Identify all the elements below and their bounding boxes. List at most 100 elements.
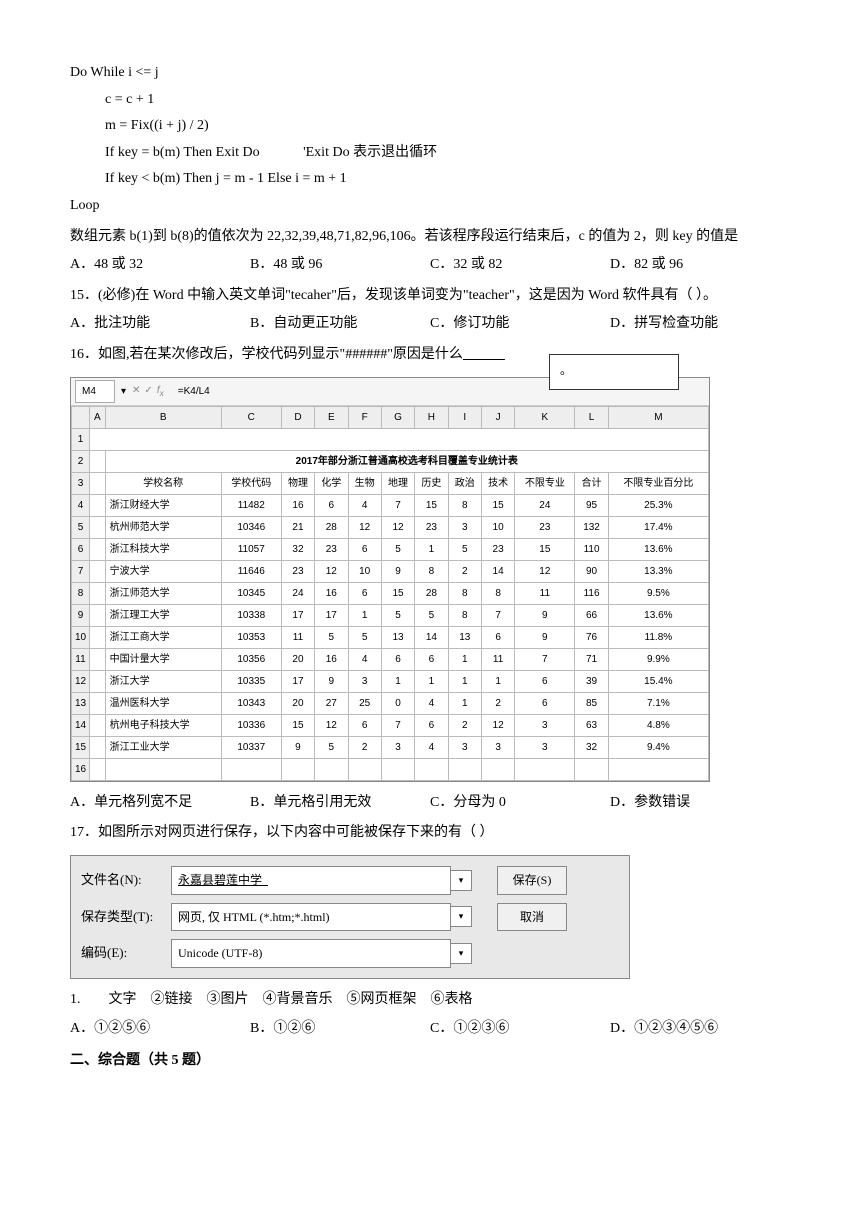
table-cell: 10345 (221, 582, 281, 604)
table-cell (90, 758, 106, 780)
encoding-input[interactable]: Unicode (UTF-8) (171, 939, 451, 968)
code-line: m = Fix((i + j) / 2) (70, 113, 790, 140)
table-cell: 6 (348, 714, 381, 736)
filename-dropdown[interactable] (450, 870, 472, 891)
table-cell: 3 (515, 736, 575, 758)
table-cell: 7 (515, 648, 575, 670)
table-cell: 11 (481, 648, 514, 670)
table-cell: 3 (348, 670, 381, 692)
option-D: D．①②③④⑤⑥ (610, 1016, 790, 1043)
table-cell: 1 (481, 670, 514, 692)
table-header-cell: 不限专业 (515, 472, 575, 494)
row-header: 6 (72, 538, 90, 560)
table-cell: 24 (515, 494, 575, 516)
q16-blank (463, 347, 505, 362)
col-header: I (448, 406, 481, 428)
table-cell: 9 (381, 560, 414, 582)
table-cell: 20 (281, 648, 314, 670)
table-cell: 宁波大学 (105, 560, 221, 582)
table-cell: 1 (448, 648, 481, 670)
table-cell: 9 (315, 670, 348, 692)
col-header: L (575, 406, 608, 428)
table-cell: 6 (481, 626, 514, 648)
table-cell (90, 692, 106, 714)
sheet-title: 2017年部分浙江普通高校选考科目覆盖专业统计表 (105, 450, 708, 472)
table-cell: 5 (381, 604, 414, 626)
table-cell: 24 (281, 582, 314, 604)
table-cell: 12 (348, 516, 381, 538)
table-cell: 23 (515, 516, 575, 538)
option-B: B．①②⑥ (250, 1016, 430, 1043)
table-cell: 25.3% (608, 494, 708, 516)
encoding-dropdown[interactable] (450, 943, 472, 964)
row-header: 5 (72, 516, 90, 538)
table-cell: 3 (381, 736, 414, 758)
row-header: 2 (72, 450, 90, 472)
table-cell: 浙江工业大学 (105, 736, 221, 758)
code-text: If key = b(m) Then Exit Do (105, 145, 260, 160)
table-cell: 23 (415, 516, 448, 538)
table-cell: 132 (575, 516, 608, 538)
option-C: C．32 或 82 (430, 252, 610, 279)
table-cell (90, 736, 106, 758)
table-header-cell: 历史 (415, 472, 448, 494)
cancel-icon: ✕ (132, 381, 140, 402)
row-header: 9 (72, 604, 90, 626)
col-header: C (221, 406, 281, 428)
code-line: If key = b(m) Then Exit Do 'Exit Do 表示退出… (70, 140, 790, 167)
row-header: 7 (72, 560, 90, 582)
col-header: F (348, 406, 381, 428)
table-cell: 0 (381, 692, 414, 714)
code-line: Do While i <= j (70, 60, 790, 87)
table-cell (90, 626, 106, 648)
spreadsheet-grid: A B C D E F G H I J K L M 122017年部分浙江普通高… (71, 406, 709, 781)
q16-stem: 16．如图,若在某次修改后，学校代码列显示"######"原因是什么 (70, 342, 790, 369)
option-D: D．拼写检查功能 (610, 311, 790, 338)
table-cell: 16 (281, 494, 314, 516)
filename-input[interactable]: 永嘉县碧莲中学_ (171, 866, 451, 895)
row-header: 4 (72, 494, 90, 516)
col-header: D (281, 406, 314, 428)
q14-stem: 数组元素 b(1)到 b(8)的值依次为 22,32,39,48,71,82,9… (70, 224, 790, 251)
callout-box: 。 (549, 354, 679, 390)
table-cell: 15 (481, 494, 514, 516)
savetype-input[interactable]: 网页, 仅 HTML (*.htm;*.html) (171, 903, 451, 932)
table-cell (105, 758, 221, 780)
table-cell: 23 (315, 538, 348, 560)
table-cell: 3 (448, 736, 481, 758)
table-cell: 95 (575, 494, 608, 516)
row-header: 3 (72, 472, 90, 494)
table-cell: 9 (281, 736, 314, 758)
table-cell: 66 (575, 604, 608, 626)
table-cell: 10356 (221, 648, 281, 670)
table-cell: 8 (448, 494, 481, 516)
col-header: M (608, 406, 708, 428)
table-cell: 71 (575, 648, 608, 670)
table-cell: 5 (415, 604, 448, 626)
table-header-cell: 不限专业百分比 (608, 472, 708, 494)
table-cell: 15 (381, 582, 414, 604)
table-cell: 9.5% (608, 582, 708, 604)
table-cell: 32 (575, 736, 608, 758)
table-cell: 10338 (221, 604, 281, 626)
table-cell: 12 (381, 516, 414, 538)
table-cell: 6 (381, 648, 414, 670)
table-cell: 浙江工商大学 (105, 626, 221, 648)
cancel-button[interactable]: 取消 (497, 903, 567, 932)
table-cell: 32 (281, 538, 314, 560)
q17-stem: 17．如图所示对网页进行保存，以下内容中可能被保存下来的有（ ） (70, 820, 790, 847)
table-cell: 10353 (221, 626, 281, 648)
table-cell: 10 (481, 516, 514, 538)
option-D: D．参数错误 (610, 790, 790, 817)
savetype-dropdown[interactable] (450, 906, 472, 927)
row-header: 13 (72, 692, 90, 714)
table-cell: 5 (348, 626, 381, 648)
q17-options: A．①②⑤⑥ B．①②⑥ C．①②③⑥ D．①②③④⑤⑥ (70, 1016, 790, 1043)
table-cell (515, 758, 575, 780)
option-B: B．自动更正功能 (250, 311, 430, 338)
save-button[interactable]: 保存(S) (497, 866, 567, 895)
table-header-cell: 合计 (575, 472, 608, 494)
code-line: If key < b(m) Then j = m - 1 Else i = m … (70, 166, 790, 193)
table-cell: 11 (515, 582, 575, 604)
row-header: 12 (72, 670, 90, 692)
